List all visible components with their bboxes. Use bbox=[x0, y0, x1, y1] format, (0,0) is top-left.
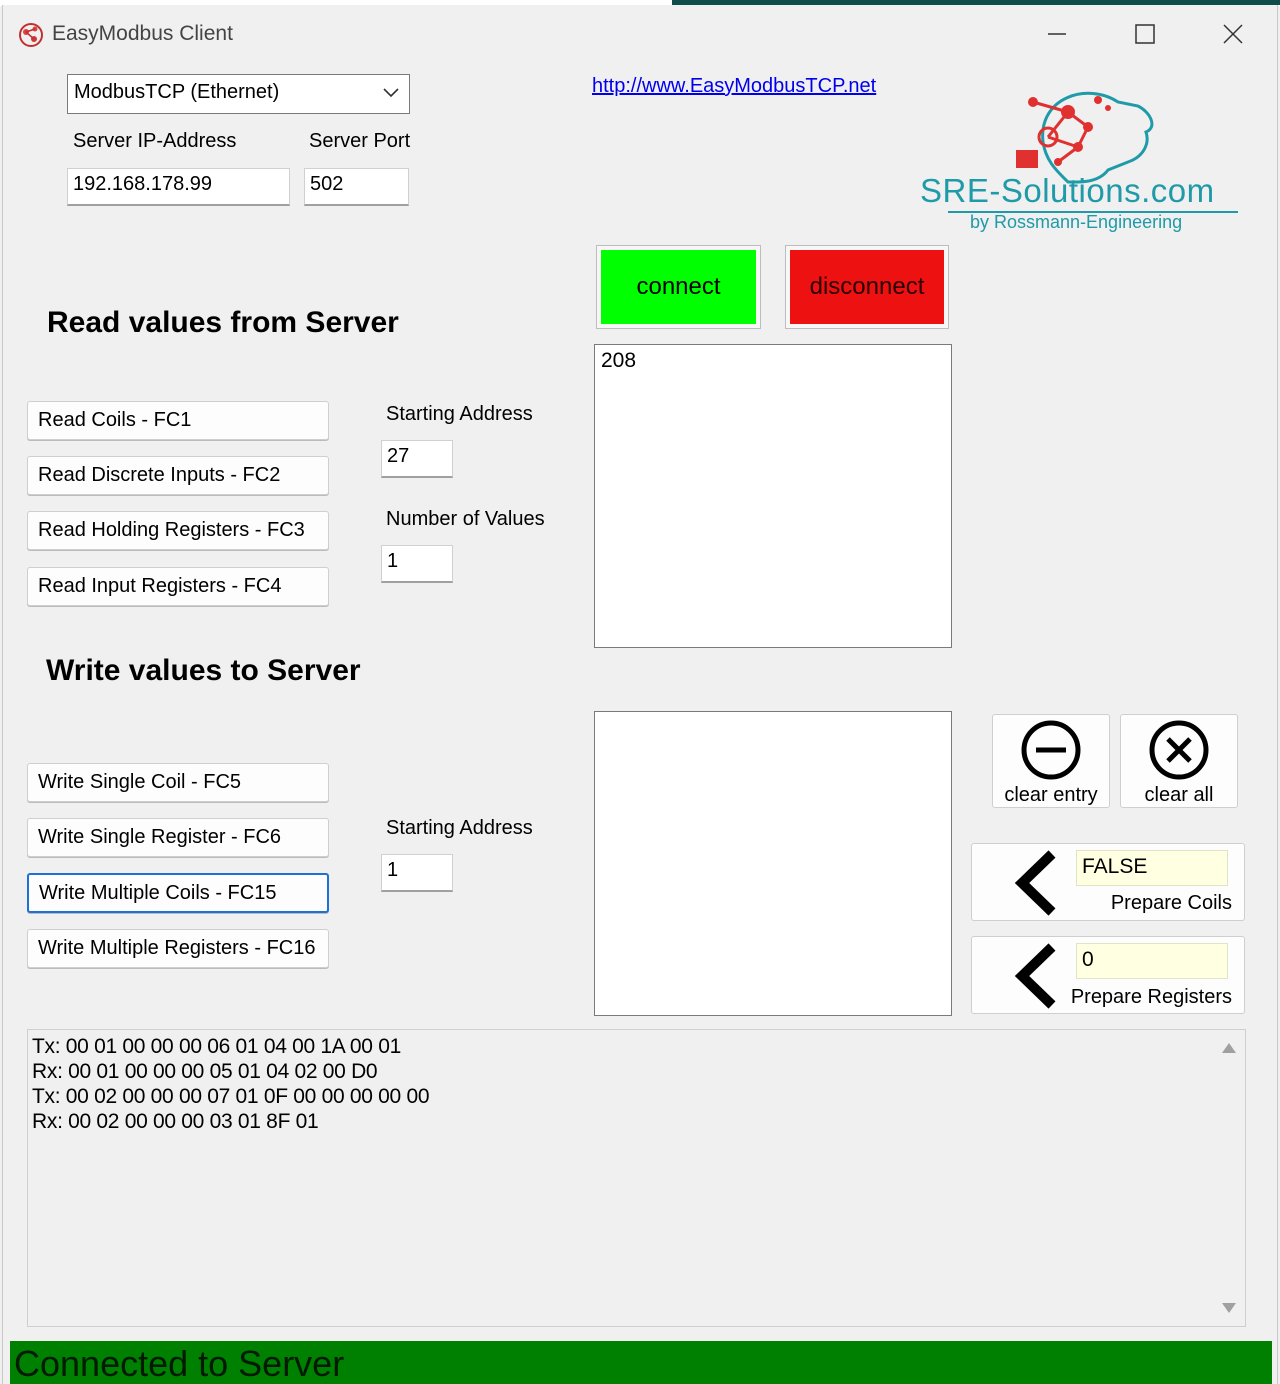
connection-mode-value: ModbusTCP (Ethernet) bbox=[74, 81, 280, 103]
write-values-list[interactable] bbox=[594, 711, 952, 1016]
prepare-registers-button[interactable]: 0 Prepare Registers bbox=[971, 936, 1245, 1014]
logo-subtitle: by Rossmann-Engineering bbox=[970, 212, 1183, 232]
minus-circle-icon bbox=[1021, 720, 1081, 780]
disconnect-button[interactable]: disconnect bbox=[785, 245, 949, 329]
close-button[interactable] bbox=[1198, 12, 1268, 56]
website-link[interactable]: http://www.EasyModbusTCP.net bbox=[592, 75, 876, 98]
status-bar: Connected to Server bbox=[10, 1341, 1272, 1384]
coil-value-field[interactable]: FALSE bbox=[1076, 850, 1228, 886]
log-line: Rx: 00 01 00 00 00 05 01 04 02 00 D0 bbox=[32, 1060, 378, 1083]
close-icon bbox=[1223, 24, 1243, 44]
x-circle-icon bbox=[1149, 720, 1209, 780]
disconnect-label: disconnect bbox=[790, 250, 944, 324]
read-starting-address-field[interactable]: 27 bbox=[381, 440, 453, 478]
app-icon bbox=[16, 20, 46, 50]
log-line: Tx: 00 02 00 00 00 07 01 0F 00 00 00 00 … bbox=[32, 1085, 430, 1108]
maximize-icon bbox=[1135, 24, 1155, 44]
write-single-register-button[interactable]: Write Single Register - FC6 bbox=[27, 818, 329, 857]
server-ip-label: Server IP-Address bbox=[73, 130, 237, 152]
write-single-coil-button[interactable]: Write Single Coil - FC5 bbox=[27, 763, 329, 802]
server-ip-field[interactable]: 192.168.178.99 bbox=[67, 168, 290, 206]
read-coils-button[interactable]: Read Coils - FC1 bbox=[27, 401, 329, 440]
clear-entry-button[interactable]: clear entry bbox=[992, 714, 1110, 808]
server-port-label: Server Port bbox=[309, 130, 411, 152]
list-item[interactable]: 208 bbox=[601, 349, 945, 373]
write-multiple-coils-button[interactable]: Write Multiple Coils - FC15 bbox=[27, 873, 329, 913]
read-holding-registers-button[interactable]: Read Holding Registers - FC3 bbox=[27, 511, 329, 550]
clear-all-label: clear all bbox=[1144, 784, 1214, 806]
connect-label: connect bbox=[601, 250, 756, 324]
prepare-coils-button[interactable]: FALSE Prepare Coils bbox=[971, 843, 1245, 921]
chevron-left-icon bbox=[1014, 943, 1056, 1009]
log-line: Tx: 00 01 00 00 00 06 01 04 00 1A 00 01 bbox=[32, 1035, 401, 1058]
server-port-field[interactable]: 502 bbox=[304, 168, 409, 206]
minimize-icon bbox=[1048, 33, 1066, 35]
clear-entry-label: clear entry bbox=[1004, 784, 1098, 806]
register-value-field[interactable]: 0 bbox=[1076, 943, 1228, 979]
read-results-list[interactable]: 208 bbox=[594, 344, 952, 648]
scroll-down-icon[interactable] bbox=[1221, 1302, 1237, 1314]
prepare-coils-label: Prepare Coils bbox=[1110, 892, 1232, 914]
maximize-button[interactable] bbox=[1110, 12, 1180, 56]
log-lines: Tx: 00 01 00 00 00 06 01 04 00 1A 00 01 R… bbox=[32, 1034, 430, 1134]
log-scrollbar[interactable] bbox=[1211, 1030, 1245, 1326]
protocol-log[interactable]: Tx: 00 01 00 00 00 06 01 04 00 1A 00 01 R… bbox=[27, 1029, 1246, 1327]
log-line: Rx: 00 02 00 00 00 03 01 8F 01 bbox=[32, 1110, 319, 1133]
logo-name: SRE-Solutions.com bbox=[920, 172, 1215, 209]
scroll-up-icon[interactable] bbox=[1221, 1042, 1237, 1054]
clear-all-button[interactable]: clear all bbox=[1120, 714, 1238, 808]
chevron-left-icon bbox=[1014, 850, 1056, 916]
connect-button[interactable]: connect bbox=[596, 245, 761, 329]
number-of-values-field[interactable]: 1 bbox=[381, 545, 453, 583]
write-starting-address-field[interactable]: 1 bbox=[381, 854, 453, 892]
chevron-down-icon bbox=[383, 88, 399, 98]
read-heading: Read values from Server bbox=[47, 306, 399, 339]
prepare-registers-label: Prepare Registers bbox=[1070, 986, 1232, 1008]
write-multiple-registers-button[interactable]: Write Multiple Registers - FC16 bbox=[27, 929, 329, 968]
connection-mode-select[interactable]: ModbusTCP (Ethernet) bbox=[67, 74, 410, 114]
write-heading: Write values to Server bbox=[46, 654, 361, 687]
read-discrete-inputs-button[interactable]: Read Discrete Inputs - FC2 bbox=[27, 456, 329, 495]
minimize-button[interactable] bbox=[1022, 12, 1092, 56]
read-starting-address-label: Starting Address bbox=[386, 403, 533, 425]
window-title: EasyModbus Client bbox=[52, 22, 233, 45]
number-of-values-label: Number of Values bbox=[386, 508, 545, 530]
write-starting-address-label: Starting Address bbox=[386, 817, 533, 839]
read-input-registers-button[interactable]: Read Input Registers - FC4 bbox=[27, 567, 329, 606]
